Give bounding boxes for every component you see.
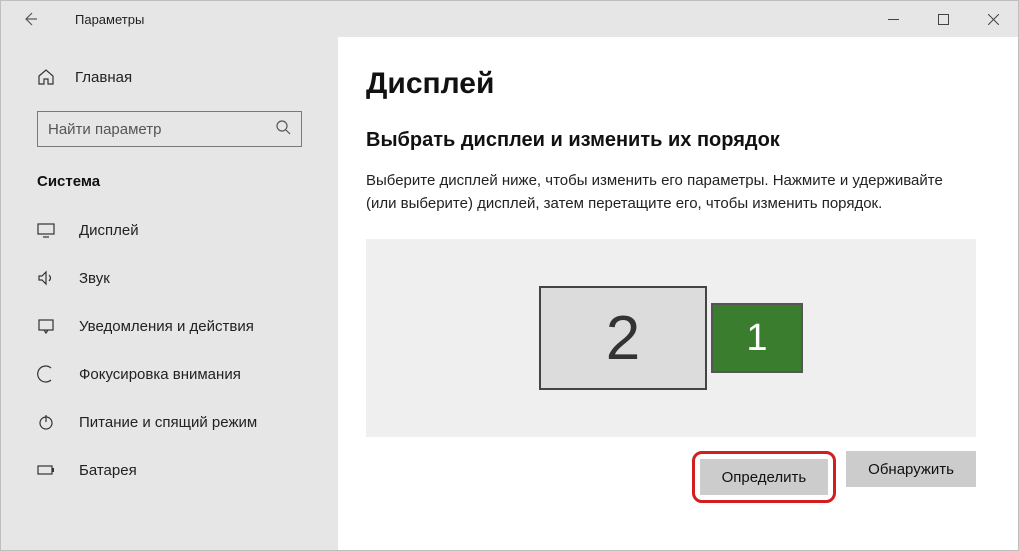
monitor-1[interactable]: 1	[711, 303, 803, 373]
nav-label: Батарея	[79, 462, 137, 479]
arrow-left-icon	[22, 11, 38, 27]
nav-sound[interactable]: Звук	[1, 254, 338, 302]
nav-power[interactable]: Питание и спящий режим	[1, 398, 338, 446]
nav-label: Уведомления и действия	[79, 318, 254, 335]
focus-icon	[37, 365, 59, 383]
search-wrap	[1, 111, 338, 165]
home-label: Главная	[75, 69, 132, 86]
monitor-2[interactable]: 2	[539, 286, 707, 390]
display-icon	[37, 221, 59, 239]
power-icon	[37, 413, 59, 431]
maximize-button[interactable]	[918, 1, 968, 37]
detect-button[interactable]: Обнаружить	[846, 451, 976, 487]
search-icon	[275, 119, 291, 140]
nav-focus[interactable]: Фокусировка внимания	[1, 350, 338, 398]
search-box[interactable]	[37, 111, 302, 147]
display-arrangement-area: 2 1	[366, 239, 976, 437]
close-button[interactable]	[968, 1, 1018, 37]
home-icon	[37, 68, 59, 86]
window-title: Параметры	[75, 12, 144, 27]
monitor-row: 2 1	[539, 286, 803, 390]
notifications-icon	[37, 317, 59, 335]
nav-display[interactable]: Дисплей	[1, 206, 338, 254]
nav-notifications[interactable]: Уведомления и действия	[1, 302, 338, 350]
category-heading: Система	[1, 165, 338, 206]
highlight-annotation: Определить	[692, 451, 837, 503]
back-button[interactable]	[15, 4, 45, 34]
nav-label: Фокусировка внимания	[79, 366, 241, 383]
search-input[interactable]	[48, 121, 275, 138]
page-heading: Дисплей	[366, 67, 990, 101]
titlebar: Параметры	[1, 1, 1018, 37]
sidebar: Главная Система Дисплей Звук	[1, 37, 338, 550]
main-content: Дисплей Выбрать дисплеи и изменить их по…	[338, 37, 1018, 550]
battery-icon	[37, 461, 59, 479]
nav-label: Дисплей	[79, 222, 139, 239]
window-controls	[868, 1, 1018, 37]
identify-button[interactable]: Определить	[700, 459, 829, 495]
nav-label: Звук	[79, 270, 110, 287]
section-description: Выберите дисплей ниже, чтобы изменить ег…	[366, 170, 976, 215]
settings-window: Параметры Главная С	[0, 0, 1019, 551]
button-row: Определить Обнаружить	[366, 451, 976, 503]
body: Главная Система Дисплей Звук	[1, 37, 1018, 550]
sound-icon	[37, 269, 59, 287]
nav-label: Питание и спящий режим	[79, 414, 257, 431]
minimize-button[interactable]	[868, 1, 918, 37]
section-heading: Выбрать дисплеи и изменить их порядок	[366, 129, 990, 152]
nav-battery[interactable]: Батарея	[1, 446, 338, 494]
home-link[interactable]: Главная	[1, 57, 338, 97]
